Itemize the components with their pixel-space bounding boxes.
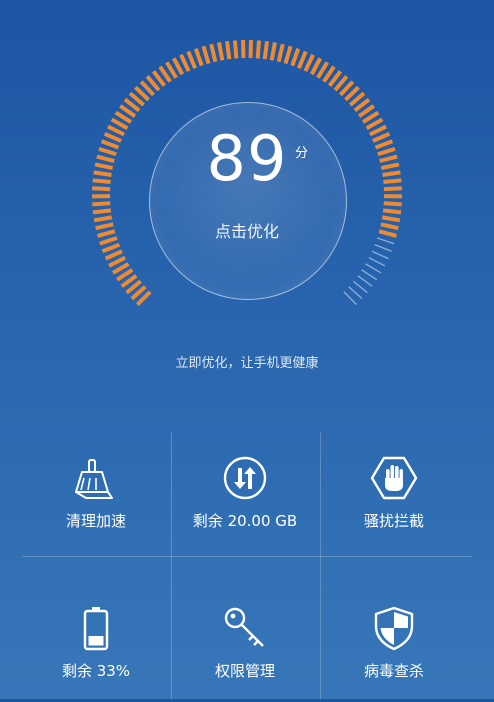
feature-label: 剩余 33%: [22, 660, 170, 681]
tagline: 立即优化，让手机更健康: [0, 352, 494, 371]
feature-label: 权限管理: [171, 660, 319, 681]
gauge-tick-inactive: [375, 245, 392, 252]
battery-icon: [72, 604, 120, 652]
shield-icon: [370, 604, 418, 652]
score-value: 89: [0, 128, 494, 190]
optimize-label: 点击优化: [0, 218, 494, 242]
gauge-tick-active: [103, 245, 120, 252]
key-icon: [221, 604, 269, 652]
gauge-tick-active: [279, 44, 283, 62]
gauge-tick-active: [258, 40, 259, 58]
gauge-tick-inactive: [365, 264, 381, 273]
gauge-tick-active: [93, 210, 111, 212]
hand-stop-icon: [370, 454, 418, 502]
feature-grid: 清理加速 剩余 20.00 GB 骚扰拦截: [0, 432, 494, 699]
gauge-tick-active: [312, 58, 321, 74]
gauge-tick-active: [211, 44, 215, 62]
gauge-tick-active: [106, 251, 122, 258]
gauge-tick-inactive: [369, 258, 385, 266]
gauge-tick-inactive: [362, 270, 377, 280]
feature-permissions[interactable]: 权限管理: [171, 582, 319, 702]
gauge-tick-active: [112, 119, 128, 128]
gauge-tick-active: [285, 46, 290, 63]
gauge-tick-inactive: [349, 287, 362, 299]
gauge-tick-inactive: [358, 276, 373, 287]
gauge-tick-active: [383, 210, 401, 212]
feature-antivirus[interactable]: 病毒查杀: [320, 582, 468, 702]
gauge-tick-active: [292, 49, 298, 66]
gauge-tick-active: [265, 41, 267, 59]
gauge-tick-inactive: [353, 281, 367, 292]
transfer-arrows-icon: [221, 454, 269, 502]
gauge-tick-active: [227, 41, 229, 59]
feature-storage[interactable]: 剩余 20.00 GB: [171, 432, 319, 552]
gauge-tick-active: [305, 55, 313, 71]
gauge-tick-active: [196, 49, 202, 66]
feature-label: 剩余 20.00 GB: [171, 510, 319, 531]
score-unit: 分: [295, 142, 308, 161]
grid-divider: [22, 556, 472, 557]
gauge-tick-active: [109, 258, 125, 266]
gauge-tick-active: [384, 203, 402, 204]
gauge-tick-active: [181, 55, 189, 71]
gauge-tick-active: [92, 203, 110, 204]
gauge-tick-inactive: [344, 292, 357, 305]
gauge-tick-active: [299, 52, 306, 69]
gauge-tick-inactive: [372, 251, 388, 258]
feature-battery[interactable]: 剩余 33%: [22, 582, 170, 702]
gauge-tick-active: [235, 40, 236, 58]
feature-block-harassment[interactable]: 骚扰拦截: [320, 432, 468, 552]
feature-label: 骚扰拦截: [320, 510, 468, 531]
feature-clean-boost[interactable]: 清理加速: [22, 432, 170, 552]
feature-label: 清理加速: [22, 510, 170, 531]
gauge-tick-active: [174, 58, 183, 74]
gauge-tick-active: [219, 43, 222, 61]
feature-label: 病毒查杀: [320, 660, 468, 681]
gauge-tick-active: [272, 43, 275, 61]
broom-icon: [72, 454, 120, 502]
gauge-tick-active: [367, 119, 383, 128]
gauge-tick-active: [188, 52, 195, 69]
gauge-tick-active: [203, 46, 208, 63]
